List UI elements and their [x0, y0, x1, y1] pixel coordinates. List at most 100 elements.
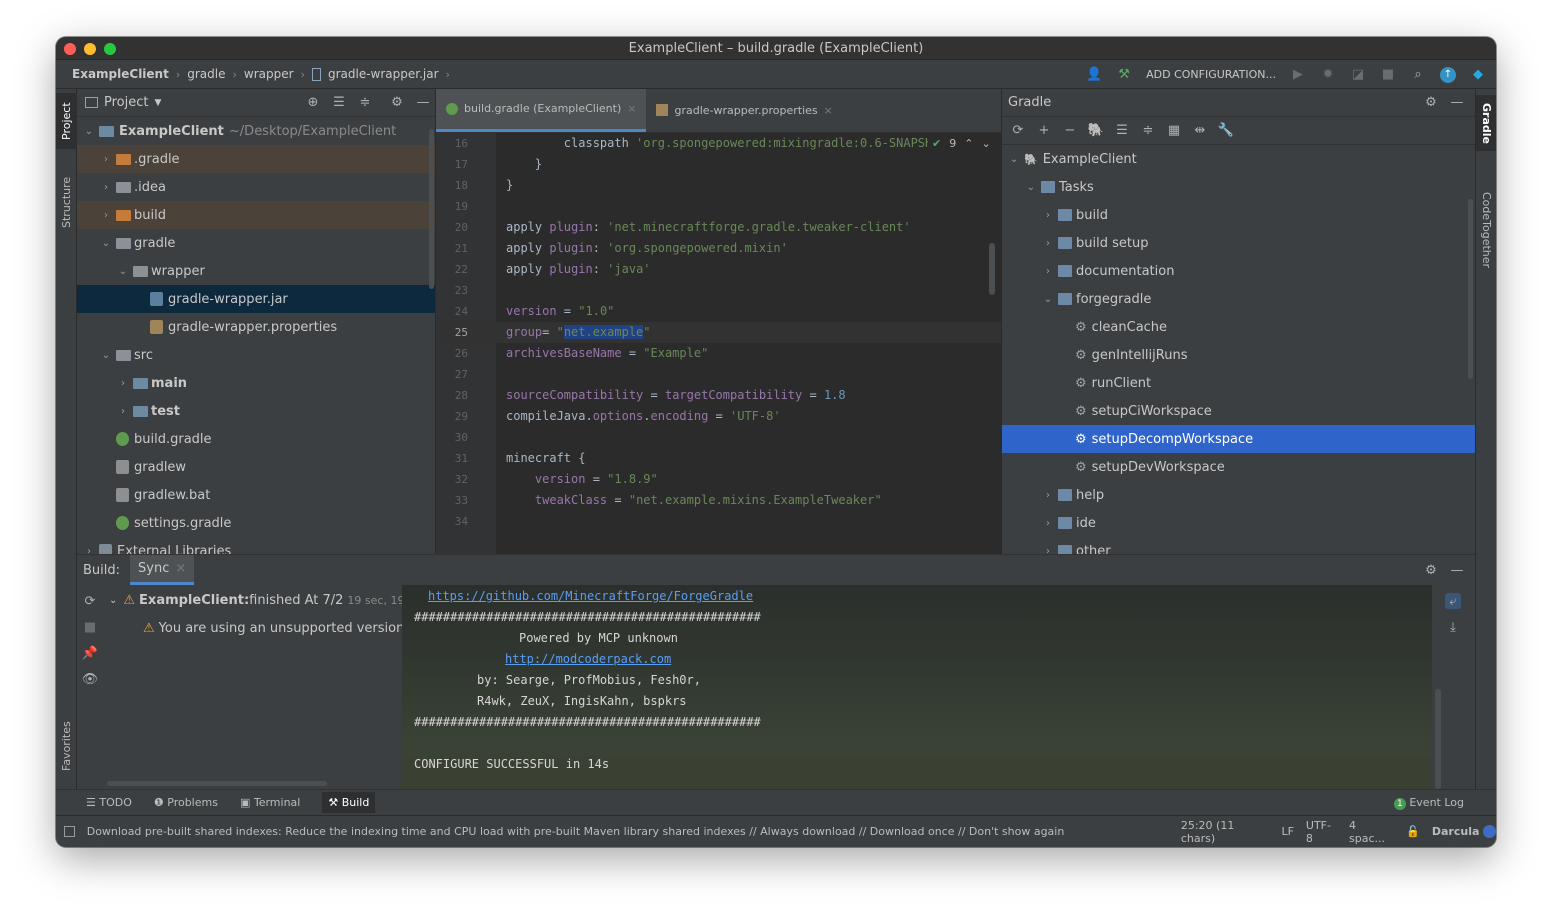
caret-position[interactable]: 25:20 (11 chars)	[1181, 819, 1270, 845]
tree-item[interactable]: › .idea	[77, 173, 435, 201]
chevron-down-icon[interactable]: ⌄	[100, 238, 112, 249]
gradle-task[interactable]: ⚙ setupCiWorkspace	[1002, 397, 1475, 425]
project-scrollbar[interactable]	[429, 129, 434, 289]
code-line[interactable]: }	[506, 175, 513, 196]
terminal-tool-button[interactable]: ▣ Terminal	[240, 796, 300, 809]
search-icon[interactable]: ⌕	[1410, 67, 1426, 83]
remove-icon[interactable]: −	[1062, 123, 1078, 139]
hide-icon[interactable]: —	[1449, 562, 1465, 578]
tree-item[interactable]: settings.gradle	[77, 509, 435, 537]
expand-all-icon[interactable]: ☰	[1114, 123, 1130, 139]
problems-tool-button[interactable]: ❶ Problems	[154, 796, 218, 809]
tree-root[interactable]: ⌄ ExampleClient ~/Desktop/ExampleClient	[77, 117, 435, 145]
chevron-right-icon[interactable]: ›	[1042, 266, 1054, 277]
update-icon[interactable]: ↑	[1440, 66, 1456, 83]
hide-icon[interactable]: —	[1449, 95, 1465, 111]
toggle-offline-icon[interactable]: ⇹	[1192, 123, 1208, 139]
chevron-right-icon[interactable]: ›	[100, 210, 112, 221]
code-line[interactable]: apply plugin: 'org.spongepowered.mixin'	[506, 238, 788, 259]
tree-item[interactable]: build.gradle	[77, 425, 435, 453]
gear-icon[interactable]: ⚙	[1423, 562, 1439, 578]
tab-gradle-wrapper-properties[interactable]: gradle-wrapper.properties ×	[646, 89, 842, 132]
code-line[interactable]: apply plugin: 'net.minecraftforge.gradle…	[506, 217, 911, 238]
inspection-widget[interactable]: ✔ 9 ⌃ ⌄	[928, 137, 995, 150]
reload-icon[interactable]: ⟳	[1010, 123, 1026, 139]
code-line[interactable]: group= "net.example"	[506, 322, 651, 343]
gradle-node[interactable]: ⌄ forgegradle	[1002, 285, 1475, 313]
event-log-button[interactable]: 1 Event Log	[1393, 796, 1464, 810]
expand-all-icon[interactable]: ☰	[331, 95, 347, 111]
chevron-down-icon[interactable]: ⌄	[100, 350, 112, 361]
project-view-selector[interactable]: Project	[104, 95, 148, 110]
build-tree-row[interactable]: ⚠ You are using an unsupported version o…	[143, 617, 433, 639]
reload-icon[interactable]: ⟳	[82, 593, 98, 609]
add-configuration-button[interactable]: ADD CONFIGURATION...	[1146, 68, 1276, 81]
tree-item[interactable]: gradle-wrapper.jar	[77, 285, 435, 313]
chevron-right-icon[interactable]: ›	[1042, 210, 1054, 221]
chevron-right-icon[interactable]: ›	[117, 378, 129, 389]
chevron-right-icon[interactable]: ›	[1042, 518, 1054, 529]
gradle-scrollbar[interactable]	[1468, 199, 1473, 379]
console-link[interactable]: https://github.com/MinecraftForge/ForgeG…	[428, 589, 753, 603]
gear-icon[interactable]: ⚙	[389, 95, 405, 111]
eye-icon[interactable]: 👁	[82, 671, 99, 687]
tree-item[interactable]: › .gradle	[77, 145, 435, 173]
scroll-to-end-icon[interactable]: ⤓	[1445, 619, 1461, 635]
chevron-right-icon[interactable]: ›	[117, 406, 129, 417]
status-message[interactable]: Download pre-built shared indexes: Reduc…	[87, 825, 1067, 838]
chevron-down-icon[interactable]: ⌄	[109, 595, 117, 606]
breadcrumb-item[interactable]: gradle	[187, 67, 225, 81]
status-toggle-icon[interactable]	[64, 826, 75, 837]
gradle-node[interactable]: › other	[1002, 537, 1475, 554]
gradle-task[interactable]: ⚙ setupDecompWorkspace	[1002, 425, 1475, 453]
locate-icon[interactable]: ⊕	[305, 95, 321, 111]
indent-setting[interactable]: 4 spac...	[1349, 819, 1394, 845]
gradle-tool-tab[interactable]: Gradle	[1476, 95, 1496, 151]
editor-vertical-scrollbar[interactable]	[989, 243, 995, 295]
hide-icon[interactable]: —	[415, 95, 431, 111]
chevron-down-icon[interactable]: ⌄	[1008, 154, 1020, 165]
tab-build-gradle[interactable]: build.gradle (ExampleClient) ×	[436, 89, 647, 132]
code-line[interactable]: tweakClass = "net.example.mixins.Example…	[506, 490, 882, 511]
structure-tool-tab[interactable]: Structure	[56, 167, 77, 237]
code-line[interactable]: apply plugin: 'java'	[506, 259, 651, 280]
build-tree-scrollbar[interactable]	[107, 781, 327, 786]
console-scrollbar[interactable]	[1435, 689, 1441, 789]
chevron-down-icon[interactable]: ⌄	[1025, 182, 1037, 193]
tree-item[interactable]: gradlew	[77, 453, 435, 481]
add-icon[interactable]: +	[1036, 123, 1052, 139]
build-tool-button[interactable]: ⚒ Build	[322, 792, 376, 813]
previous-icon[interactable]: ⌃	[964, 137, 973, 150]
todo-tool-button[interactable]: ☰ TODO	[86, 796, 132, 809]
breadcrumb-item[interactable]: gradle-wrapper.jar	[328, 67, 439, 81]
gradle-task[interactable]: ⚙ genIntellijRuns	[1002, 341, 1475, 369]
code-line[interactable]: minecraft {	[506, 448, 585, 469]
gradle-node[interactable]: › build setup	[1002, 229, 1475, 257]
run-icon[interactable]: ▶	[1290, 67, 1306, 83]
gradle-node[interactable]: › build	[1002, 201, 1475, 229]
pin-icon[interactable]: 📌	[82, 645, 98, 661]
debug-icon[interactable]: ✹	[1320, 67, 1336, 83]
code-line[interactable]: classpath 'org.spongepowered:mixingradle…	[506, 133, 940, 154]
breadcrumb-item[interactable]: wrapper	[244, 67, 294, 81]
tree-item[interactable]: ⌄ gradle	[77, 229, 435, 257]
code-line[interactable]: }	[506, 154, 542, 175]
tab-sync[interactable]: Sync ×	[130, 555, 195, 585]
chevron-right-icon[interactable]: ›	[1042, 546, 1054, 555]
build-tree-row[interactable]: ⌄ ⚠ ExampleClient: finished At 7/2 19 se…	[109, 589, 431, 611]
code-line[interactable]: archivesBaseName = "Example"	[506, 343, 708, 364]
close-icon[interactable]: ×	[824, 104, 833, 117]
gradle-task[interactable]: ⚙ setupDevWorkspace	[1002, 453, 1475, 481]
build-console[interactable]: https://github.com/MinecraftForge/ForgeG…	[402, 585, 1432, 792]
user-icon[interactable]: 👤	[1086, 67, 1102, 83]
group-modules-icon[interactable]: ▦	[1166, 123, 1182, 139]
code-line[interactable]: compileJava.options.encoding = 'UTF-8'	[506, 406, 781, 427]
chevron-right-icon[interactable]: ›	[83, 546, 95, 555]
tree-item[interactable]: › External Libraries	[77, 537, 435, 554]
close-icon[interactable]: ×	[627, 102, 636, 115]
code-line[interactable]: sourceCompatibility = targetCompatibilit…	[506, 385, 846, 406]
stop-icon[interactable]: ■	[82, 619, 98, 635]
next-icon[interactable]: ⌄	[981, 137, 990, 150]
coverage-icon[interactable]: ◪	[1350, 67, 1366, 83]
codetogether-tool-tab[interactable]: CodeTogether	[1476, 185, 1496, 275]
